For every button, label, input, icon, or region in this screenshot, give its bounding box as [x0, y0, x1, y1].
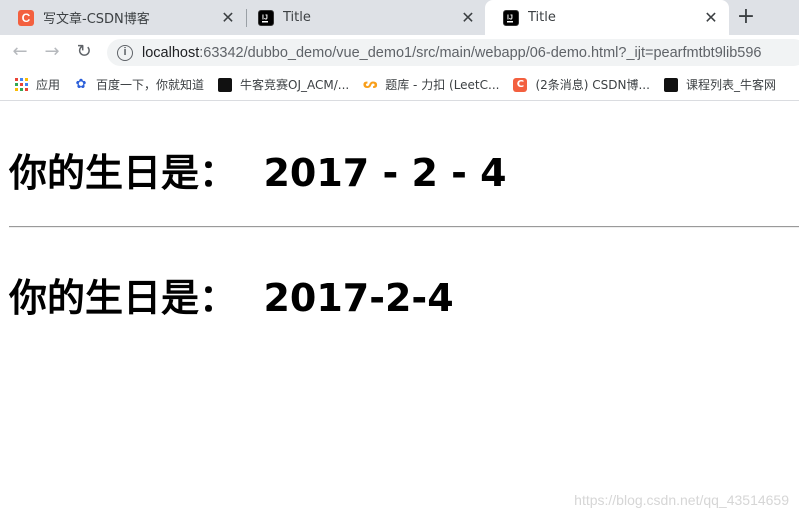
csdn-icon: C — [513, 77, 528, 92]
bookmarks-bar: 应用 ✿ 百度一下，你就知道 牛客竞赛OJ_ACM/... ᔕ 题库 - 力扣 … — [0, 69, 799, 101]
birthday-heading-plain: 你的生日是： 2017-2-4 — [9, 276, 454, 320]
bookmark-label: 应用 — [36, 78, 61, 92]
intellij-icon: IJ — [258, 9, 274, 26]
tab-title-1[interactable]: IJ Title ✕ — [240, 0, 486, 35]
intellij-icon: IJ — [503, 9, 519, 26]
nowcoder-icon — [663, 77, 678, 92]
svg-text:IJ: IJ — [507, 14, 513, 21]
bookmark-label: (2条消息) CSDN博... — [535, 78, 650, 92]
tab-csdn-write[interactable]: C 写文章-CSDN博客 ✕ — [0, 0, 246, 35]
tab-title-2-active[interactable]: IJ Title ✕ — [485, 0, 729, 35]
close-icon[interactable]: ✕ — [701, 8, 721, 28]
nowcoder-icon — [218, 77, 233, 92]
url-text[interactable]: localhost:63342/dubbo_demo/vue_demo1/src… — [142, 45, 761, 61]
horizontal-rule — [9, 226, 799, 228]
apps-grid-icon — [14, 78, 28, 92]
new-tab-button[interactable]: + — [735, 6, 757, 29]
bookmark-baidu[interactable]: ✿ 百度一下，你就知道 — [74, 76, 204, 93]
bookmark-nowcoder-course[interactable]: 课程列表_牛客网 — [663, 76, 776, 93]
tab-strip: C 写文章-CSDN博客 ✕ IJ Title ✕ IJ Title ✕ + — [0, 0, 799, 35]
bookmark-leetcode[interactable]: ᔕ 题库 - 力扣 (LeetC... — [362, 76, 500, 93]
csdn-icon: C — [18, 9, 34, 26]
bookmark-csdn[interactable]: C (2条消息) CSDN博... — [513, 76, 650, 93]
close-icon[interactable]: ✕ — [218, 8, 238, 28]
back-arrow-icon[interactable]: ← — [9, 42, 31, 62]
bookmark-apps[interactable]: 应用 — [14, 76, 60, 93]
birthday-heading-formatted: 你的生日是： 2017 - 2 - 4 — [9, 151, 507, 195]
address-bar[interactable]: i localhost:63342/dubbo_demo/vue_demo1/s… — [107, 39, 799, 66]
bookmark-label: 百度一下，你就知道 — [96, 78, 205, 92]
watermark: https://blog.csdn.net/qq_43514659 — [574, 492, 789, 508]
info-icon[interactable]: i — [117, 44, 133, 61]
svg-text:IJ: IJ — [262, 14, 268, 21]
browser-toolbar: ← → ↻ i localhost:63342/dubbo_demo/vue_d… — [0, 35, 799, 69]
bookmark-nowcoder-oj[interactable]: 牛客竞赛OJ_ACM/... — [218, 76, 349, 93]
leetcode-icon: ᔕ — [362, 77, 378, 92]
forward-arrow-icon[interactable]: → — [41, 42, 63, 62]
bookmark-label: 题库 - 力扣 (LeetC... — [385, 78, 500, 92]
tab-title: Title — [528, 10, 556, 25]
tab-title: 写文章-CSDN博客 — [43, 12, 150, 27]
page-content: 你的生日是： 2017 - 2 - 4 你的生日是： 2017-2-4 http… — [0, 102, 799, 518]
reload-icon[interactable]: ↻ — [73, 42, 95, 62]
bookmark-label: 课程列表_牛客网 — [685, 78, 776, 92]
close-icon[interactable]: ✕ — [458, 8, 478, 28]
bookmark-label: 牛客竞赛OJ_ACM/... — [240, 78, 350, 92]
baidu-paw-icon: ✿ — [75, 77, 87, 92]
tab-title: Title — [283, 10, 311, 25]
